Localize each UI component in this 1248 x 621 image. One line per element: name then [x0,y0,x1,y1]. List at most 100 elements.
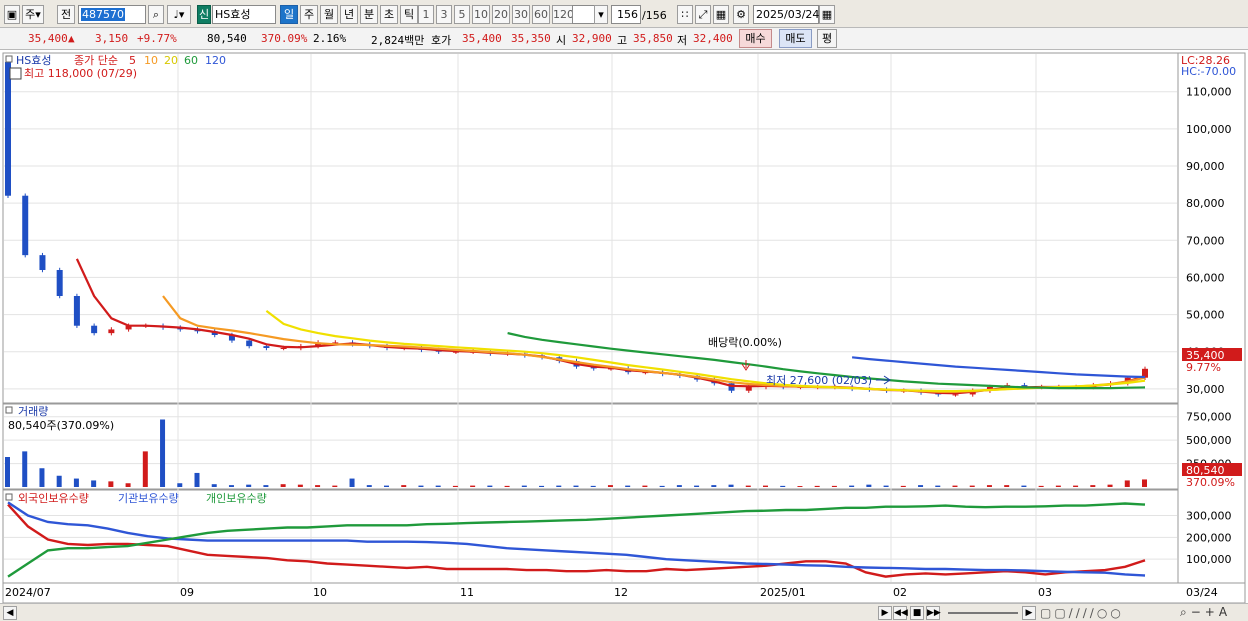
zoom-tools-icon[interactable]: ⌕−+A [1180,605,1231,620]
calendar-icon[interactable]: ▦ [819,5,835,24]
time-tick-label: 03 [1038,586,1052,599]
new-listing-badge: 신 [197,5,211,24]
market-select[interactable]: 주▾ [22,5,44,24]
stock-chart[interactable]: 30,00040,00050,00060,00070,00080,00090,0… [0,50,1248,604]
period-tab[interactable]: 초 [380,5,398,24]
volume-bar [160,419,166,487]
low-note: 최저 27,600 (02/03) [766,374,872,387]
trade-amount: 2,824백만 [371,34,425,47]
speed-slider[interactable] [948,612,1018,614]
holding-tick-label: 100,000 [1186,553,1232,566]
volume-bar [711,485,717,487]
sell-button[interactable]: 매도 [779,29,812,48]
stock-label: HS효성 [16,54,52,67]
date-input[interactable]: 2025/03/24 [753,5,819,24]
volume-bar [5,457,10,487]
draw-tools-icon[interactable]: ▢▢∕∕∕∕○○ [1040,606,1124,620]
volume-bar [263,485,269,487]
period-tab[interactable]: 년 [340,5,358,24]
interval-tab[interactable]: 3 [436,5,452,24]
code-input[interactable]: 487570 [78,5,146,24]
volume-value: 80,540 [207,32,247,45]
period-tab[interactable]: 월 [320,5,338,24]
volume-bar [228,485,234,487]
gear-icon[interactable]: ⚙ [733,5,749,24]
draw-icon[interactable]: ⤢ [695,5,711,24]
stock-name-field[interactable]: HS효성 [212,5,276,24]
period-tab[interactable]: 분 [360,5,378,24]
interval-tab[interactable]: 5 [454,5,470,24]
candle-body [73,296,80,326]
interval-tab[interactable]: 120 [552,5,574,24]
forward-icon[interactable]: ▶▶ [926,606,941,620]
volume-bar [297,484,303,487]
chevron-down-icon[interactable]: ▾ [594,5,608,24]
stop-icon[interactable]: ■ [910,606,924,620]
high-label: 고 [617,34,628,47]
eval-button[interactable]: 평 [817,29,837,48]
institution-legend: 기관보유수량 [118,492,179,505]
price-tick-label: 110,000 [1186,86,1232,99]
volume-bar [91,480,97,487]
interval-tab[interactable]: 30 [512,5,530,24]
volume-toggle-icon[interactable] [5,406,13,414]
price-tick-label: 90,000 [1186,160,1225,173]
individual-legend: 개인보유수량 [206,492,267,505]
volume-bar [986,485,992,487]
count-total: /156 [642,9,667,22]
holding-toggle-icon[interactable] [5,493,13,501]
speaker-icon[interactable]: ♩▾ [167,5,191,24]
period-tab[interactable]: 주 [300,5,318,24]
interval-tab[interactable]: 20 [492,5,510,24]
high-price: 35,850 [633,32,673,45]
price-tick-label: 60,000 [1186,271,1225,284]
volume-bar [39,468,45,487]
volume-tick-label: 750,000 [1186,411,1232,424]
price-tick-label: 80,000 [1186,197,1225,210]
candle-body [39,255,46,270]
volume-bar [607,485,613,487]
scroll-right-icon[interactable]: ▶ [1022,606,1036,620]
buy-button[interactable]: 매수 [739,29,772,48]
price-tick-label: 100,000 [1186,123,1232,136]
volume-bar [280,484,286,487]
price-change: 3,150 [95,32,129,45]
chart-scrollbar[interactable]: ◀ ▶ ◀◀ ■ ▶▶ ▶ ▢▢∕∕∕∕○○ ⌕−+A [0,603,1248,621]
period-tab[interactable]: 틱 [400,5,418,24]
price-tick-label: 30,000 [1186,383,1225,396]
volume-bar [780,485,786,487]
volume-title: 거래량 [18,405,48,418]
panel-toggle-icon[interactable] [5,55,13,63]
play-icon[interactable]: ▶ [878,606,892,620]
dividend-note: 배당락(0.00%) [708,336,782,349]
period-tab[interactable]: 일 [280,5,298,24]
volume-bar [659,485,665,487]
interval-tab[interactable]: 60 [532,5,550,24]
chart-area[interactable]: 30,00040,00050,00060,00070,00080,00090,0… [0,50,1248,604]
scroll-left-icon[interactable]: ◀ [3,606,17,620]
time-tick-label: 02 [893,586,907,599]
volume-ratio: 370.09% [261,32,308,45]
grid-icon[interactable]: ∷ [677,5,693,24]
window-icon[interactable]: ▣ [4,5,20,24]
prev-button[interactable]: 전 [57,5,75,24]
volume-bar [315,485,321,487]
save-icon[interactable]: ▦ [713,5,729,24]
count-input[interactable]: 156 [611,5,641,24]
volume-bar [142,451,148,487]
interval-tab[interactable]: 1 [418,5,434,24]
time-tick-label: 2024/07 [5,586,51,599]
volume-bar [504,485,510,487]
volume-bar [435,485,441,487]
interval-tab[interactable]: 10 [472,5,490,24]
price-tick-label: 70,000 [1186,234,1225,247]
volume-bar [573,485,579,487]
rewind-icon[interactable]: ◀◀ [893,606,908,620]
up-arrow-icon: ▲ [68,32,75,45]
volume-bar [56,475,62,487]
ma-label: 종가 단순 [74,54,118,67]
calc-icon[interactable] [9,67,22,80]
quote-label: 호가 [431,34,452,47]
turnover-rate: 2.16% [313,32,347,45]
search-icon[interactable]: ⌕ [148,5,164,24]
